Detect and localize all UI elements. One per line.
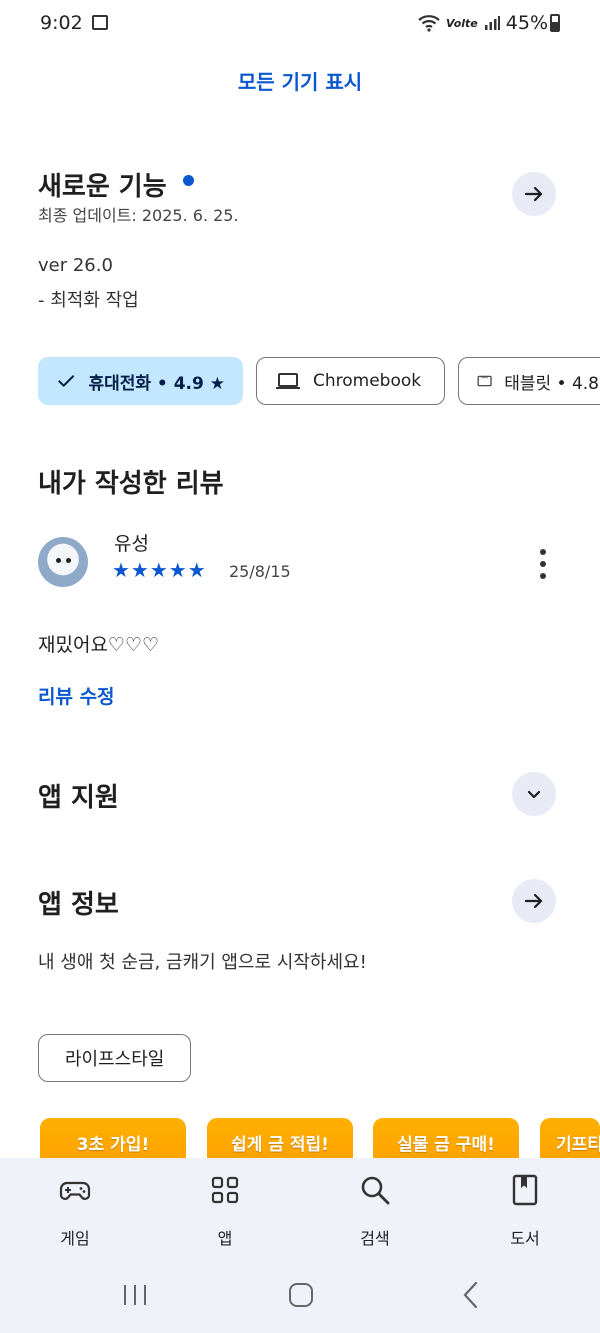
signal-icon: [484, 16, 500, 30]
status-time: 9:02: [40, 12, 83, 34]
nav-apps-label: 앱: [217, 1229, 233, 1248]
network-type: Volte: [446, 16, 478, 30]
whats-new-arrow-button[interactable]: [512, 172, 556, 216]
nav-books-label: 도서: [510, 1229, 540, 1248]
chip-phone[interactable]: 휴대전화 • 4.9 ★: [38, 357, 243, 405]
gallery-notification-icon: [92, 15, 108, 30]
apps-grid-icon: [211, 1176, 239, 1204]
chip-tablet-label: 태블릿 • 4.8: [504, 373, 599, 394]
tablet-icon: [477, 375, 492, 387]
search-icon: [361, 1176, 390, 1205]
new-indicator-dot: [183, 175, 194, 186]
chip-chromebook[interactable]: Chromebook: [256, 357, 445, 405]
review-more-options-button[interactable]: [530, 549, 556, 579]
chip-tablet[interactable]: 태블릿 • 4.8: [458, 357, 600, 405]
app-info-arrow-button[interactable]: [512, 879, 556, 923]
battery-icon: [550, 14, 560, 32]
category-chip[interactable]: 라이프스타일: [38, 1034, 192, 1082]
arrow-right-icon: [524, 893, 543, 909]
review-date: 25/8/15: [229, 562, 291, 581]
app-support-title[interactable]: 앱 지원: [38, 777, 119, 814]
laptop-icon: [276, 373, 300, 389]
whats-new-title: 새로운 기능: [38, 172, 167, 202]
reviewer-name: 유성: [114, 533, 149, 555]
gamepad-icon: [59, 1181, 91, 1200]
app-info-title: 앱 정보: [38, 890, 119, 920]
review-text: 재밌어요♡♡♡: [38, 634, 160, 656]
review-stars: ★★★★★: [112, 558, 207, 582]
version-text: ver 26.0: [38, 255, 113, 276]
arrow-right-icon: [524, 186, 543, 202]
check-icon: [58, 375, 75, 387]
dot-icon: [540, 573, 546, 579]
book-icon: [512, 1174, 538, 1206]
nav-apps[interactable]: 앱: [165, 1173, 285, 1249]
chip-phone-label: 휴대전화 • 4.9 ★: [88, 373, 225, 394]
edit-review-link[interactable]: 리뷰 수정: [38, 682, 115, 709]
nav-games-label: 게임: [60, 1229, 90, 1248]
chip-chromebook-label: Chromebook: [313, 371, 422, 391]
back-icon[interactable]: [456, 1280, 486, 1310]
recent-apps-icon[interactable]: [120, 1280, 150, 1310]
nav-books[interactable]: 도서: [465, 1173, 585, 1249]
wifi-icon: [418, 15, 440, 32]
nav-search[interactable]: 검색: [315, 1173, 435, 1249]
app-support-expand-button[interactable]: [512, 772, 556, 816]
avatar: [38, 537, 88, 587]
chevron-down-icon: [527, 790, 541, 799]
nav-search-label: 검색: [360, 1229, 390, 1248]
dot-icon: [540, 549, 546, 555]
battery-percent: 45%: [505, 12, 548, 34]
last-updated: 최종 업데이트: 2025. 6. 25.: [38, 206, 239, 225]
dot-icon: [540, 561, 546, 567]
show-all-devices-link[interactable]: 모든 기기 표시: [0, 66, 600, 95]
status-indicators: Volte 45%: [418, 12, 548, 34]
my-review-title: 내가 작성한 리뷰: [38, 469, 224, 499]
home-icon[interactable]: [286, 1280, 316, 1310]
app-description: 내 생애 첫 순금, 금캐기 앱으로 시작하세요!: [38, 952, 367, 973]
release-note: - 최적화 작업: [38, 290, 139, 311]
nav-games[interactable]: 게임: [15, 1173, 135, 1249]
